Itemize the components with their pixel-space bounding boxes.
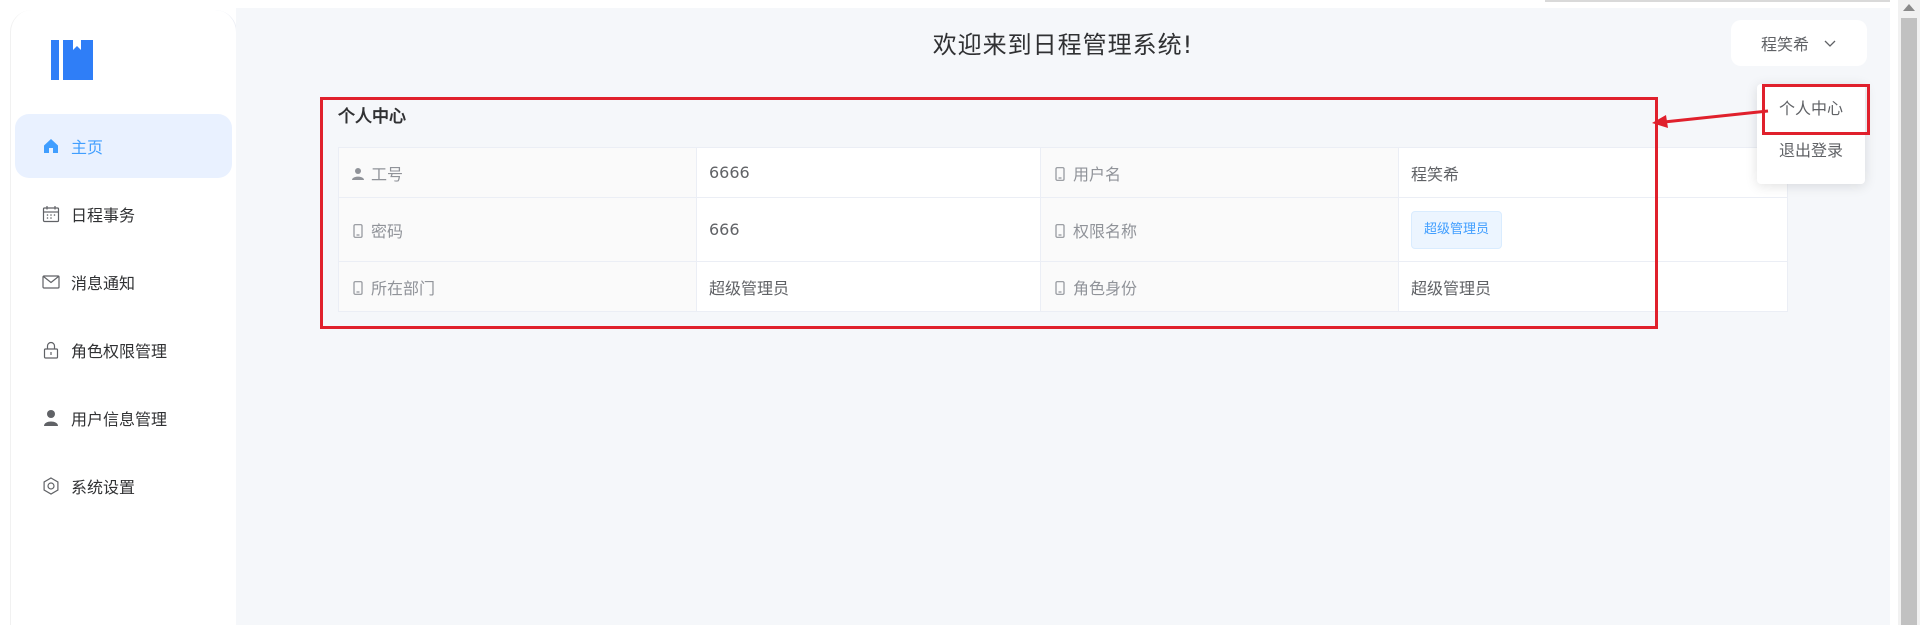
annotation-arrow bbox=[1652, 109, 1769, 128]
sidebar-item-messages[interactable]: 消息通知 bbox=[15, 250, 232, 314]
settings-icon bbox=[41, 476, 61, 496]
chevron-down-icon bbox=[1824, 40, 1836, 47]
sidebar-item-settings[interactable]: 系统设置 bbox=[15, 454, 232, 518]
dropdown-item-logout[interactable]: 退出登录 bbox=[1757, 130, 1865, 172]
sidebar-item-roles[interactable]: 角色权限管理 bbox=[15, 318, 232, 382]
sidebar-item-home[interactable]: 主页 bbox=[15, 114, 232, 178]
user-menu-button[interactable]: 程笑希 bbox=[1731, 20, 1867, 66]
page-remnant-bar bbox=[1545, 0, 1890, 2]
sidebar-item-label: 消息通知 bbox=[71, 274, 136, 293]
sidebar-item-schedule[interactable]: 日程事务 bbox=[15, 182, 232, 246]
mail-icon bbox=[41, 272, 61, 292]
page-scrollbar[interactable] bbox=[1898, 0, 1920, 625]
calendar-icon bbox=[41, 204, 61, 224]
scroll-up-arrow-icon[interactable] bbox=[1903, 4, 1915, 11]
user-icon bbox=[41, 408, 61, 428]
sidebar-item-label: 日程事务 bbox=[71, 206, 136, 225]
sidebar-item-users[interactable]: 用户信息管理 bbox=[15, 386, 232, 450]
sidebar-item-label: 角色权限管理 bbox=[71, 342, 168, 361]
sidebar: 主页 日程事务 消息通知 角色权限管理 用户信息管理 系统设置 bbox=[10, 10, 237, 625]
username: 程笑希 bbox=[1760, 35, 1809, 54]
sidebar-item-label: 系统设置 bbox=[71, 478, 136, 497]
scroll-thumb[interactable] bbox=[1901, 18, 1917, 625]
sidebar-item-label: 用户信息管理 bbox=[71, 410, 168, 429]
sidebar-menu: 主页 日程事务 消息通知 角色权限管理 用户信息管理 系统设置 bbox=[11, 114, 236, 522]
lock-icon bbox=[41, 340, 61, 360]
annotation-box-dropdown bbox=[1762, 84, 1870, 135]
page-title: 欢迎来到日程管理系统! bbox=[932, 31, 1194, 59]
home-icon bbox=[41, 136, 61, 156]
annotation-box-card bbox=[320, 97, 1658, 329]
sidebar-item-label: 主页 bbox=[71, 138, 104, 157]
app-logo bbox=[51, 40, 93, 80]
